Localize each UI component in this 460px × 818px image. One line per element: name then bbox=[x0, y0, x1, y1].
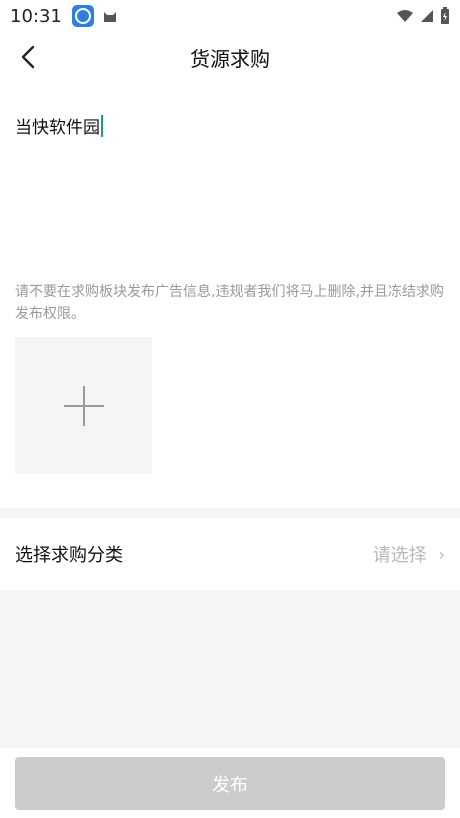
text-cursor bbox=[101, 114, 103, 137]
content-value: 当快软件园 bbox=[15, 118, 100, 138]
status-bar: 10:31 bbox=[0, 0, 460, 32]
chevron-left-icon bbox=[21, 45, 35, 69]
app-notification-icon bbox=[71, 5, 94, 27]
posting-hint: 请不要在求购板块发布广告信息,违规者我们将马上删除,并且冻结求购发布权限。 bbox=[15, 284, 444, 322]
category-label: 选择求购分类 bbox=[15, 545, 123, 566]
add-image-button[interactable] bbox=[15, 337, 152, 474]
status-time: 10:31 bbox=[10, 5, 62, 27]
nav-bar: 货源求购 bbox=[0, 32, 460, 82]
back-button[interactable] bbox=[14, 42, 42, 72]
chevron-right-icon: › bbox=[438, 544, 445, 564]
page-title: 货源求购 bbox=[190, 46, 270, 71]
content-textarea[interactable]: 当快软件园 bbox=[15, 113, 103, 138]
cat-notification-icon bbox=[103, 12, 116, 22]
wifi-icon bbox=[397, 10, 413, 22]
category-selector[interactable]: 选择求购分类 请选择 › bbox=[0, 518, 460, 590]
battery-icon bbox=[441, 7, 449, 24]
publish-button[interactable]: 发布 bbox=[15, 757, 445, 810]
category-placeholder: 请选择 bbox=[372, 545, 427, 566]
plus-icon bbox=[63, 385, 104, 426]
section-divider bbox=[0, 508, 460, 518]
signal-icon bbox=[421, 10, 433, 22]
